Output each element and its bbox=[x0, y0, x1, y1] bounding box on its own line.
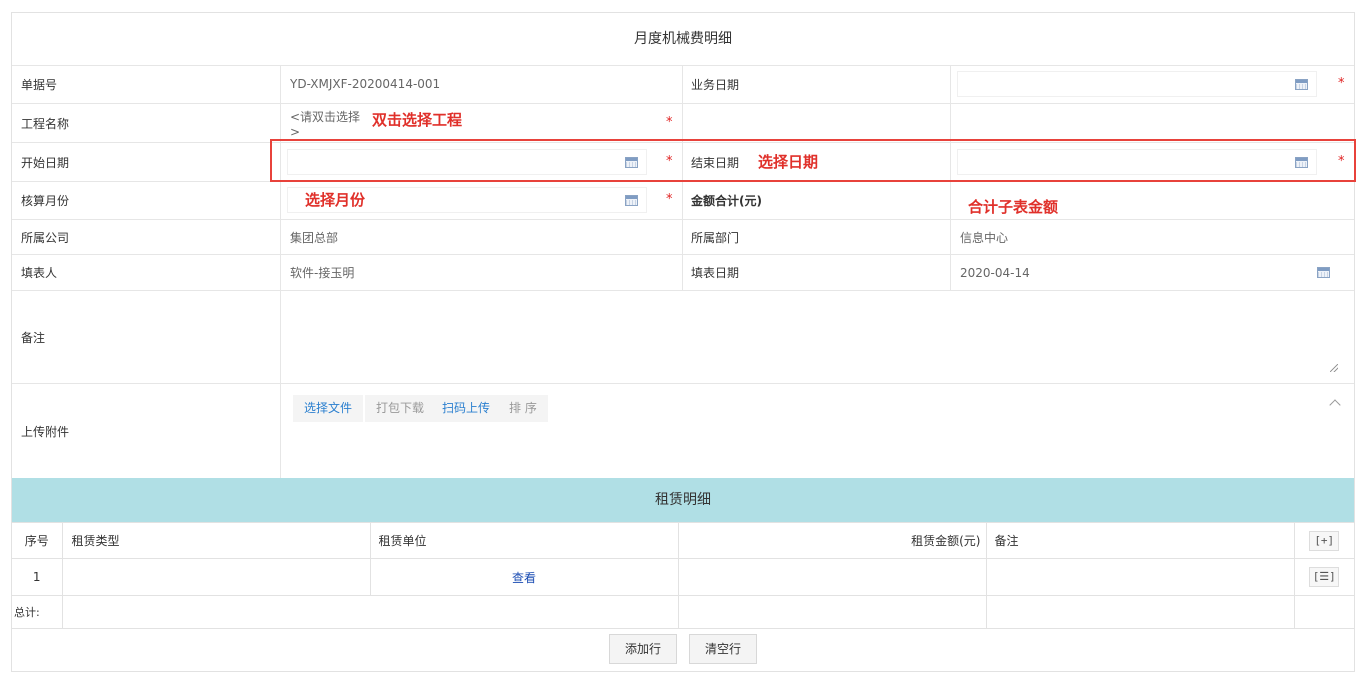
table-header-row: 序号 租赁类型 租赁单位 租赁金额(元) 备注 [+] bbox=[12, 522, 1354, 559]
row-amount-cell[interactable] bbox=[677, 558, 987, 596]
biz-date-label: 业务日期 bbox=[691, 77, 740, 92]
fill-date-value[interactable]: 2020-04-14 bbox=[950, 255, 1250, 290]
start-date-label: 开始日期 bbox=[21, 155, 70, 170]
pack-download-button[interactable]: 打包下载 bbox=[365, 395, 436, 422]
col-header-no: 序号 bbox=[12, 522, 63, 559]
add-row-button[interactable]: 添加行 bbox=[609, 634, 678, 664]
detail-table: 序号 租赁类型 租赁单位 租赁金额(元) 备注 [+] 1 查看 [☰] 总计: bbox=[12, 522, 1354, 629]
collapse-chevron-icon[interactable] bbox=[1329, 399, 1341, 411]
company-label: 所属公司 bbox=[21, 230, 70, 245]
add-row-icon-button[interactable]: [+] bbox=[1309, 530, 1340, 551]
total-amount-cell bbox=[677, 595, 987, 629]
filler-value: 软件-接玉明 bbox=[290, 266, 355, 280]
row-filler: 填表人 软件-接玉明 填表日期 2020-04-14 bbox=[12, 255, 1354, 291]
col-header-remark: 备注 bbox=[985, 522, 1295, 559]
row-remark-cell[interactable] bbox=[985, 558, 1295, 596]
detail-section-title: 租赁明细 bbox=[12, 478, 1354, 522]
project-input[interactable]: <请双击选择> bbox=[290, 104, 370, 142]
col-header-amount: 租赁金额(元) bbox=[677, 522, 987, 559]
filler-label: 填表人 bbox=[21, 266, 58, 280]
row-company: 所属公司 集团总部 所属部门 信息中心 bbox=[12, 220, 1354, 255]
fill-date-label: 填表日期 bbox=[691, 266, 740, 280]
row-remark: 备注 bbox=[12, 291, 1354, 384]
row-upload: 上传附件 选择文件 打包下载 扫码上传 排 序 bbox=[12, 384, 1354, 478]
annotation-month-hint: 选择月份 bbox=[305, 191, 366, 209]
table-actions: 添加行 清空行 bbox=[12, 634, 1354, 666]
row-type-cell[interactable] bbox=[61, 558, 371, 596]
company-value: 集团总部 bbox=[290, 230, 339, 245]
calendar-icon[interactable] bbox=[1295, 79, 1308, 90]
col-header-type: 租赁类型 bbox=[61, 522, 371, 559]
required-mark: * bbox=[666, 115, 673, 130]
doc-no-value: YD-XMJXF-20200414-001 bbox=[290, 77, 441, 91]
row-period: 核算月份 * 金额合计(元) bbox=[12, 182, 1354, 220]
row-menu-button[interactable]: [☰] bbox=[1309, 567, 1340, 587]
table-total-row: 总计: bbox=[12, 595, 1354, 629]
row-project: 工程名称 <请双击选择> * bbox=[12, 104, 1354, 143]
remark-label: 备注 bbox=[21, 330, 46, 345]
table-row: 1 查看 [☰] bbox=[12, 558, 1354, 596]
calendar-icon[interactable] bbox=[1317, 267, 1330, 278]
required-mark: * bbox=[666, 192, 673, 207]
annotation-project-hint: 双击选择工程 bbox=[372, 111, 463, 129]
annotation-date-hint: 选择日期 bbox=[758, 153, 819, 171]
row-doc-no: 单据号 YD-XMJXF-20200414-001 业务日期 * bbox=[12, 65, 1354, 104]
remark-textarea[interactable] bbox=[287, 297, 1343, 381]
scan-upload-button[interactable]: 扫码上传 bbox=[431, 395, 502, 422]
row-no: 1 bbox=[12, 558, 63, 596]
amount-total-label: 金额合计(元) bbox=[691, 194, 762, 208]
select-file-button[interactable]: 选择文件 bbox=[293, 395, 364, 422]
doc-no-label: 单据号 bbox=[21, 77, 58, 92]
biz-date-input[interactable] bbox=[957, 71, 1317, 97]
sort-button[interactable]: 排 序 bbox=[498, 395, 548, 422]
period-label: 核算月份 bbox=[21, 194, 70, 208]
col-header-unit: 租赁单位 bbox=[369, 522, 679, 559]
required-mark: * bbox=[1338, 76, 1345, 91]
annotation-sum-hint: 合计子表金额 bbox=[968, 198, 1059, 216]
form-container: 月度机械费明细 单据号 YD-XMJXF-20200414-001 业务日期 *… bbox=[11, 12, 1355, 672]
resize-grip-icon[interactable] bbox=[1330, 364, 1338, 372]
dept-label: 所属部门 bbox=[691, 230, 740, 245]
dept-value: 信息中心 bbox=[960, 230, 1009, 245]
upload-label: 上传附件 bbox=[21, 424, 70, 439]
view-link[interactable]: 查看 bbox=[512, 571, 536, 585]
clear-rows-button[interactable]: 清空行 bbox=[689, 634, 758, 664]
project-label: 工程名称 bbox=[21, 116, 70, 131]
form-title: 月度机械费明细 bbox=[12, 13, 1354, 66]
total-label: 总计: bbox=[12, 595, 63, 629]
calendar-icon[interactable] bbox=[625, 195, 638, 206]
